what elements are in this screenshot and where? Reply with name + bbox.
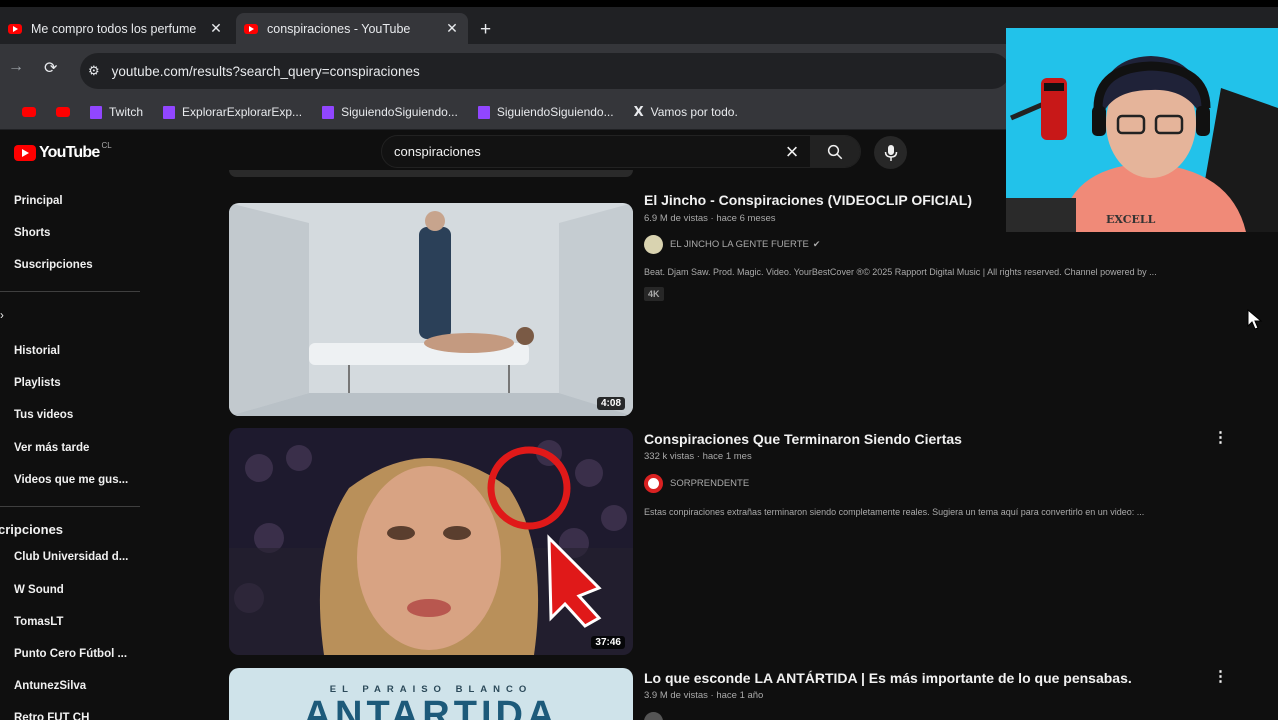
svg-text:EXCELL: EXCELL [1106, 213, 1156, 226]
video-title[interactable]: Lo que esconde LA ANTÁRTIDA | Es más imp… [644, 670, 1132, 686]
url-text: youtube.com/results?search_query=conspir… [111, 63, 420, 79]
sidebar-divider [0, 291, 140, 292]
bookmark-label: SiguiendoSiguiendo... [341, 105, 458, 119]
bookmark-label: Vamos por todo. [650, 105, 738, 119]
sidebar-item-ver-mas-tarde[interactable]: Ver más tarde [14, 442, 89, 454]
youtube-favicon-icon [8, 23, 22, 34]
tab-title: conspiraciones - YouTube [267, 21, 411, 36]
twitch-icon [163, 105, 176, 119]
more-options-icon[interactable]: ⋮ [1213, 667, 1228, 685]
logo-text: YouTube [39, 144, 100, 161]
subscription-item[interactable]: Punto Cero Fútbol ... [14, 648, 127, 660]
sidebar-item-shorts[interactable]: Shorts [14, 227, 50, 239]
twitch-icon [322, 105, 335, 119]
video-thumbnail[interactable]: 4:08 [229, 203, 633, 416]
sidebar-item-principal[interactable]: Principal [14, 195, 63, 207]
youtube-logo[interactable]: YouTube CL [14, 140, 112, 162]
verified-icon: ✔ [812, 239, 821, 249]
sidebar-divider [0, 506, 140, 507]
sidebar-item-historial[interactable]: Historial [14, 345, 60, 357]
subscription-item[interactable]: Retro FUT CH [14, 712, 89, 720]
subscription-item[interactable]: Club Universidad d... [14, 551, 128, 563]
bookmark-label: SiguiendoSiguiendo... [496, 105, 614, 119]
youtube-play-icon [14, 145, 36, 161]
video-thumbnail[interactable]: EL PARAISO BLANCO ANTARTIDA [229, 668, 633, 720]
channel-avatar[interactable] [644, 712, 663, 720]
webcam-overlay: EXCELL [1006, 28, 1278, 232]
thumbnail-image [229, 203, 633, 416]
video-duration: 37:46 [591, 636, 625, 649]
mouse-cursor-icon [1247, 309, 1263, 330]
bookmark-youtube[interactable] [22, 107, 36, 117]
close-tab-icon[interactable]: ✕ [444, 20, 460, 37]
x-icon: X [633, 104, 644, 120]
browser-tab-active[interactable]: conspiraciones - YouTube ✕ [236, 13, 468, 44]
bookmark-youtube[interactable] [56, 107, 70, 117]
video-duration: 4:08 [596, 397, 625, 410]
voice-search-button[interactable] [874, 136, 907, 169]
video-title[interactable]: Conspiraciones Que Terminaron Siendo Cie… [644, 431, 962, 447]
chevron-right-icon[interactable]: › [0, 310, 4, 322]
search-button[interactable] [810, 136, 860, 167]
youtube-favicon-icon [244, 23, 258, 34]
microphone-icon [884, 144, 897, 161]
thumbnail-overlay-title: ANTARTIDA [303, 694, 559, 720]
video-meta: 6.9 M de vistas · hace 6 meses [644, 213, 776, 224]
screen: Me compro todos los perfume ✕ conspiraci… [0, 0, 1278, 720]
video-meta: 332 k vistas · hace 1 mes [644, 451, 752, 462]
bookmark-twitch[interactable]: Twitch [90, 105, 143, 119]
sidebar-item-playlists[interactable]: Playlists [14, 377, 61, 389]
sidebar-item-tus-videos[interactable]: Tus videos [14, 409, 73, 421]
search-icon [827, 144, 843, 159]
bookmark-siguiendo[interactable]: SiguiendoSiguiendo... [322, 105, 458, 119]
channel-name[interactable]: EL JINCHO LA GENTE FUERTE [670, 239, 809, 250]
sidebar-item-suscripciones[interactable]: Suscripciones [14, 259, 93, 271]
quality-badge: 4K [644, 287, 664, 301]
bookmark-label: ExplorarExplorarExp... [182, 105, 303, 119]
video-description: Estas conpiraciones extrañas terminaron … [644, 507, 1145, 517]
forward-icon[interactable]: → [8, 58, 24, 76]
channel-row[interactable]: SORPRENDENTE [644, 474, 749, 493]
channel-row[interactable]: EL JINCHO LA GENTE FUERTE ✔ [644, 235, 820, 254]
streamer-webcam-image: EXCELL [1006, 28, 1278, 232]
subscription-item[interactable]: AntunezSilva [14, 680, 86, 692]
twitch-icon [90, 105, 102, 119]
reload-icon[interactable]: ⟳ [44, 58, 57, 78]
bookmark-label: Twitch [109, 105, 144, 119]
channel-avatar[interactable] [644, 235, 663, 254]
subscriptions-heading: cripciones [0, 522, 64, 537]
video-meta: 3.9 M de vistas · hace 1 año [644, 690, 764, 701]
close-tab-icon[interactable]: ✕ [208, 20, 224, 37]
channel-avatar[interactable] [644, 474, 663, 493]
bookmark-explorar[interactable]: ExplorarExplorarExp... [163, 105, 302, 119]
channel-name[interactable]: SORPRENDENTE [670, 478, 749, 489]
youtube-icon [22, 107, 36, 117]
search-input[interactable]: conspiraciones [394, 144, 774, 159]
sidebar-item-liked-videos[interactable]: Videos que me gus... [14, 474, 128, 486]
subscription-item[interactable]: TomasLT [14, 616, 63, 628]
bookmark-x[interactable]: X Vamos por todo. [634, 105, 738, 120]
clear-search-icon[interactable]: × [774, 139, 810, 165]
channel-row[interactable] [644, 712, 670, 720]
video-title[interactable]: El Jincho - Conspiraciones (VIDEOCLIP OF… [644, 192, 972, 208]
search-box[interactable]: conspiraciones × [381, 135, 861, 168]
thumbnail-image [229, 428, 633, 655]
browser-tab[interactable]: Me compro todos los perfume ✕ [0, 13, 232, 44]
new-tab-icon[interactable]: + [480, 19, 491, 41]
site-info-icon[interactable]: ⚙ [88, 63, 100, 79]
video-description: Beat. Djam Saw. Prod. Magic. Video. Your… [644, 267, 1157, 277]
tab-title: Me compro todos los perfume [31, 21, 197, 36]
video-thumbnail[interactable]: 37:46 [229, 428, 633, 655]
subscription-item[interactable]: W Sound [14, 584, 64, 596]
country-code: CL [101, 140, 112, 150]
more-options-icon[interactable]: ⋮ [1213, 428, 1228, 446]
previous-thumbnail-edge [229, 170, 633, 177]
bookmark-siguiendo[interactable]: SiguiendoSiguiendo... [477, 105, 614, 119]
youtube-icon [56, 107, 70, 117]
address-bar[interactable]: ⚙ youtube.com/results?search_query=consp… [80, 53, 1010, 89]
twitch-icon [477, 105, 490, 119]
